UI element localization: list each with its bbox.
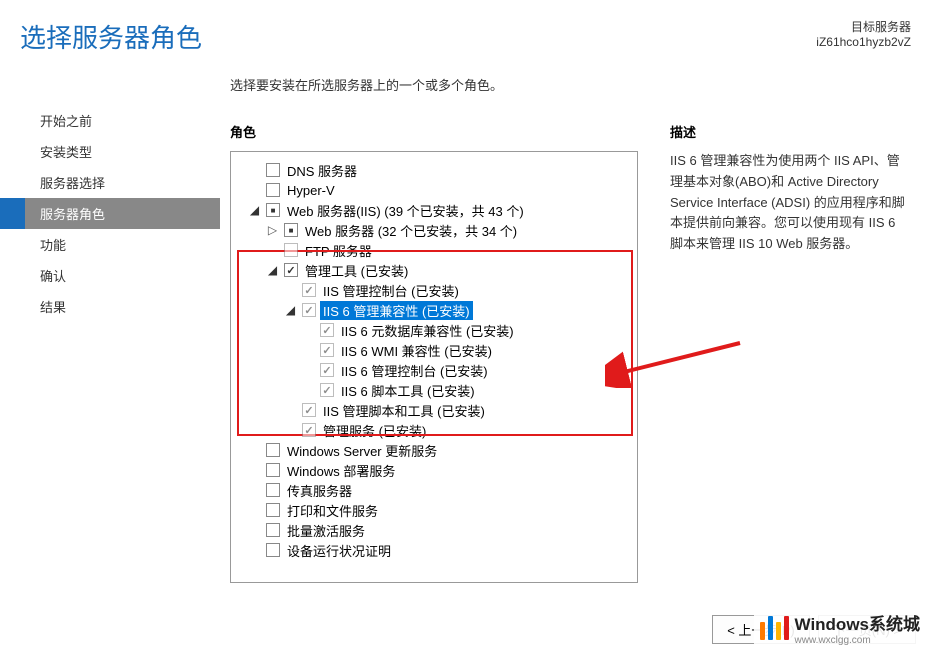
checkbox[interactable] (284, 223, 298, 237)
tree-row[interactable]: ▷DNS 服务器 (235, 160, 633, 180)
checkbox[interactable] (266, 163, 280, 177)
dest-label: 目标服务器 (816, 18, 911, 35)
tree-row[interactable]: ▷管理服务 (已安装) (235, 420, 633, 440)
checkbox[interactable] (266, 463, 280, 477)
checkbox[interactable] (266, 503, 280, 517)
tree-item-label[interactable]: 设备运行状况证明 (284, 541, 394, 560)
tree-item-label[interactable]: IIS 6 管理控制台 (已安装) (338, 361, 491, 380)
nav-item-6: 结果 (0, 291, 220, 322)
collapse-icon[interactable]: ◢ (247, 203, 262, 217)
destination-info: 目标服务器 iZ61hco1hyzb2vZ (816, 18, 911, 49)
checkbox (302, 403, 316, 417)
tree-item-label[interactable]: IIS 管理控制台 (已安装) (320, 281, 462, 300)
expand-icon[interactable]: ▷ (265, 223, 280, 237)
tree-item-label[interactable]: DNS 服务器 (284, 161, 360, 180)
checkbox (302, 423, 316, 437)
nav-item-3[interactable]: 服务器角色 (0, 198, 220, 229)
tree-item-label[interactable]: Windows Server 更新服务 (284, 441, 440, 460)
page-title: 选择服务器角色 (20, 18, 202, 55)
desc-header: 描述 (670, 122, 906, 141)
tree-row[interactable]: ◢ Web 服务器(IIS) (39 个已安装，共 43 个) (235, 200, 633, 220)
checkbox[interactable] (266, 483, 280, 497)
tree-item-label[interactable]: Web 服务器 (32 个已安装，共 34 个) (302, 221, 520, 240)
instruction-text: 选择要安装在所选服务器上的一个或多个角色。 (230, 75, 921, 94)
description-text: IIS 6 管理兼容性为使用两个 IIS API、管理基本对象(ABO)和 Ac… (670, 151, 906, 255)
checkbox[interactable] (266, 443, 280, 457)
tree-row[interactable]: ▷Windows 部署服务 (235, 460, 633, 480)
checkbox (302, 303, 316, 317)
tree-row[interactable]: ▷FTP 服务器 (235, 240, 633, 260)
tree-row[interactable]: ▷Hyper-V (235, 180, 633, 200)
tree-row[interactable]: ▷打印和文件服务 (235, 500, 633, 520)
tree-item-label[interactable]: 打印和文件服务 (284, 501, 381, 520)
checkbox[interactable] (266, 543, 280, 557)
tree-row[interactable]: ▷IIS 管理控制台 (已安装) (235, 280, 633, 300)
tree-item-label[interactable]: FTP 服务器 (302, 241, 375, 260)
checkbox (320, 363, 334, 377)
nav-item-4[interactable]: 功能 (0, 229, 220, 260)
checkbox (302, 283, 316, 297)
watermark-url: www.wxclgg.com (795, 635, 920, 646)
tree-item-label[interactable]: 传真服务器 (284, 481, 355, 500)
tree-row[interactable]: ▷Windows Server 更新服务 (235, 440, 633, 460)
collapse-icon[interactable]: ◢ (283, 303, 298, 317)
tree-row[interactable]: ▷批量激活服务 (235, 520, 633, 540)
tree-item-label[interactable]: Hyper-V (284, 183, 338, 198)
tree-row[interactable]: ▷ Web 服务器 (32 个已安装，共 34 个) (235, 220, 633, 240)
checkbox (284, 243, 298, 257)
tree-row[interactable]: ▷设备运行状况证明 (235, 540, 633, 560)
wizard-sidebar: 开始之前安装类型服务器选择服务器角色功能确认结果 (0, 75, 220, 583)
tree-row[interactable]: ▷IIS 6 管理控制台 (已安装) (235, 360, 633, 380)
tree-row[interactable]: ▷IIS 6 元数据库兼容性 (已安装) (235, 320, 633, 340)
nav-item-1[interactable]: 安装类型 (0, 136, 220, 167)
checkbox (320, 323, 334, 337)
nav-item-0[interactable]: 开始之前 (0, 105, 220, 136)
watermark-name: Windows系统城 (795, 615, 920, 634)
tree-item-label[interactable]: 管理工具 (已安装) (302, 261, 411, 280)
checkbox[interactable] (284, 263, 298, 277)
dest-value: iZ61hco1hyzb2vZ (816, 35, 911, 49)
nav-item-5: 确认 (0, 260, 220, 291)
tree-item-label[interactable]: Web 服务器(IIS) (39 个已安装，共 43 个) (284, 201, 527, 220)
tree-row[interactable]: ▷传真服务器 (235, 480, 633, 500)
checkbox (320, 343, 334, 357)
tree-row[interactable]: ◢ IIS 6 管理兼容性 (已安装) (235, 300, 633, 320)
tree-item-label[interactable]: 管理服务 (已安装) (320, 421, 429, 440)
watermark: Windows系统城 www.wxclgg.com (754, 608, 926, 648)
checkbox[interactable] (266, 183, 280, 197)
collapse-icon[interactable]: ◢ (265, 263, 280, 277)
tree-row[interactable]: ▷IIS 管理脚本和工具 (已安装) (235, 400, 633, 420)
tree-item-label[interactable]: 批量激活服务 (284, 521, 368, 540)
tree-item-label[interactable]: IIS 6 管理兼容性 (已安装) (320, 301, 473, 320)
tree-row[interactable]: ▷IIS 6 WMI 兼容性 (已安装) (235, 340, 633, 360)
tree-row[interactable]: ◢ 管理工具 (已安装) (235, 260, 633, 280)
checkbox[interactable] (266, 523, 280, 537)
roles-header: 角色 (230, 122, 640, 141)
tree-item-label[interactable]: Windows 部署服务 (284, 461, 398, 480)
watermark-logo-icon (760, 616, 789, 640)
nav-item-2[interactable]: 服务器选择 (0, 167, 220, 198)
tree-item-label[interactable]: IIS 6 WMI 兼容性 (已安装) (338, 341, 495, 360)
tree-row[interactable]: ▷IIS 6 脚本工具 (已安装) (235, 380, 633, 400)
tree-item-label[interactable]: IIS 6 元数据库兼容性 (已安装) (338, 321, 517, 340)
tree-item-label[interactable]: IIS 6 脚本工具 (已安装) (338, 381, 478, 400)
tree-item-label[interactable]: IIS 管理脚本和工具 (已安装) (320, 401, 488, 420)
checkbox (320, 383, 334, 397)
roles-tree[interactable]: ▷DNS 服务器▷Hyper-V◢Web 服务器(IIS) (39 个已安装，共… (230, 151, 638, 583)
checkbox[interactable] (266, 203, 280, 217)
